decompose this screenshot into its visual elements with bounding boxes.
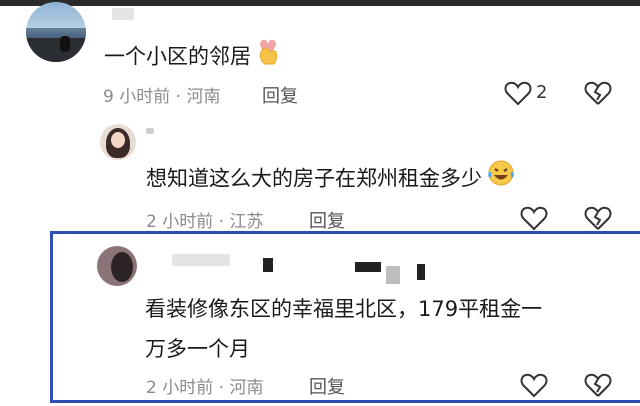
reply-button[interactable]: 回复 [309,207,345,233]
like-count: 2 [536,82,548,103]
comment-meta: 9 小时前 · 河南 [103,87,221,107]
username-redacted [146,128,154,134]
heart-outline-icon[interactable] [520,372,548,402]
top-edge-bar [0,0,640,6]
redaction-block [263,258,273,272]
username-redacted [172,254,230,266]
heart-outline-icon[interactable] [504,80,532,110]
redaction-block [386,266,400,284]
broken-heart-icon[interactable] [584,80,612,110]
comment-text: 看装修像东区的幸福里北区，179平租金一 [145,297,543,321]
comment-meta: 2 小时前 · 河南 [146,378,264,398]
finger-heart-emoji [255,36,281,79]
reply-button[interactable]: 回复 [309,373,345,399]
laughing-tears-emoji [486,158,516,201]
avatar[interactable] [26,2,86,62]
comment-meta: 2 小时前 · 江苏 [146,212,264,232]
avatar[interactable] [97,246,137,286]
broken-heart-icon[interactable] [584,372,612,402]
comment-text-continued: 万多一个月 [145,337,250,361]
avatar[interactable] [100,124,136,160]
redaction-block [355,262,381,272]
comment-text: 一个小区的邻居 [104,36,281,79]
username-redacted [112,8,134,20]
reply-button[interactable]: 回复 [262,82,298,108]
comment-text: 想知道这么大的房子在郑州租金多少 [146,158,516,201]
redaction-block [417,264,425,280]
